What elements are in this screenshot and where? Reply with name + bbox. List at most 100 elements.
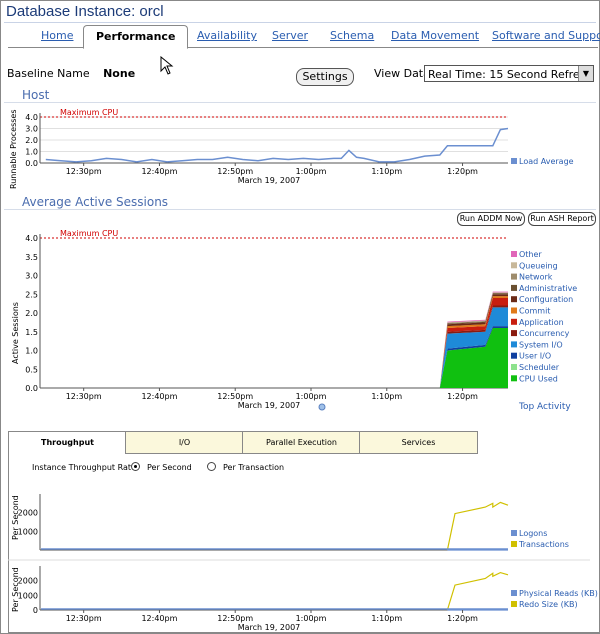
x-tick-label: 1:20pm (447, 614, 478, 623)
sessions-y-tick-label: 1.0 (25, 347, 38, 356)
title-divider (4, 22, 596, 23)
x-tick-label: 12:40pm (141, 614, 177, 623)
settings-button[interactable]: Settings (296, 68, 354, 86)
sessions-y-tick-label: 4.0 (25, 234, 38, 243)
sessions-y-tick-label: 3.0 (25, 272, 38, 281)
legend-swatch-administrative (511, 284, 517, 291)
tab-io[interactable]: I/O (125, 431, 244, 454)
io-chart-y-tick-label: 2000 (18, 577, 38, 586)
io-chart-legend-swatch (511, 601, 517, 607)
baseline-name: Baseline Name None (7, 67, 135, 80)
host-y-tick-label: 3.0 (25, 125, 38, 134)
legend-label-user-io: User I/O (519, 352, 551, 361)
throughput-y-axis-label-2: Per Second (11, 567, 20, 612)
tab-data-movement[interactable]: Data Movement (391, 27, 479, 47)
legend-label-scheduler: Scheduler (519, 363, 560, 372)
legend-swatch-user-io (511, 352, 517, 359)
host-section-title: Host (22, 88, 50, 102)
baseline-label: Baseline Name (7, 67, 90, 80)
x-tick-label: 12:30pm (66, 614, 102, 623)
legend-swatch-configuration (511, 296, 517, 303)
x-tick-label: 1:00pm (296, 392, 327, 401)
sessions-divider (4, 209, 596, 210)
x-tick-label: 1:20pm (447, 392, 478, 401)
x-tick-label: 12:40pm (141, 167, 177, 176)
sessions-y-tick-label: 0.5 (25, 365, 38, 374)
run-addm-now-button[interactable]: Run ADDM Now (457, 212, 525, 226)
view-data-label: View Data (374, 67, 430, 80)
tab-services[interactable]: Services (359, 431, 478, 454)
top-activity-link[interactable]: Top Activity (519, 402, 571, 412)
legend-label-load-average: Load Average (519, 157, 574, 166)
x-axis-date-label: March 19, 2007 (238, 401, 301, 410)
mouse-cursor-icon (160, 56, 174, 75)
per-transaction-radio[interactable] (207, 462, 216, 471)
host-y-tick-label: 2.0 (25, 136, 38, 145)
x-tick-label: 12:50pm (217, 392, 253, 401)
io-chart-line-redo-size-kb- (446, 571, 509, 611)
x-tick-label: 1:10pm (371, 167, 402, 176)
chevron-down-icon: ▼ (578, 66, 593, 81)
throughput-chart-y-tick-label: 1000 (18, 527, 38, 536)
host-y-tick-label: 4.0 (25, 113, 38, 122)
host-divider (4, 102, 596, 103)
run-ash-report-button[interactable]: Run ASH Report (528, 212, 596, 226)
sessions-y-tick-label: 2.5 (25, 290, 38, 299)
sessions-y-axis-label: Active Sessions (11, 302, 20, 364)
sessions-max-cpu-label: Maximum CPU (60, 229, 118, 238)
legend-label-configuration: Configuration (519, 295, 573, 304)
legend-swatch-cpu-used (511, 375, 517, 382)
scroll-marker-icon (318, 403, 326, 411)
x-tick-label: 1:10pm (371, 614, 402, 623)
tab-throughput[interactable]: Throughput (8, 431, 127, 454)
x-tick-label: 12:50pm (217, 614, 253, 623)
legend-label-application: Application (519, 318, 564, 327)
throughput-charts: Per SecondPer Second20001000 LogonsTransa… (8, 494, 598, 632)
legend-swatch-application (511, 318, 517, 325)
per-second-radio[interactable] (131, 462, 140, 471)
legend-label-system-io: System I/O (519, 340, 563, 349)
tab-home[interactable]: Home (41, 27, 73, 47)
host-y-tick-label: 1.0 (25, 148, 38, 157)
throughput-chart-y-tick-label: 2000 (18, 509, 38, 518)
sessions-y-tick-label: 2.0 (25, 309, 38, 318)
host-max-cpu-label: Maximum CPU (60, 108, 118, 117)
x-tick-label: 1:20pm (447, 167, 478, 176)
legend-swatch-other (511, 251, 517, 257)
tab-performance[interactable]: Performance (83, 25, 189, 49)
host-y-tick-label: 0.0 (25, 159, 38, 168)
x-tick-label: 12:40pm (141, 392, 177, 401)
view-data-select[interactable]: Real Time: 15 Second Refresh ▼ (424, 65, 594, 82)
tab-software-and-support[interactable]: Software and Support (492, 27, 600, 47)
tab-parallel-execution[interactable]: Parallel Execution (242, 431, 361, 454)
legend-swatch-commit (511, 307, 517, 314)
x-axis-date-label: March 19, 2007 (238, 176, 301, 185)
legend-swatch-network (511, 273, 517, 280)
throughput-chart-legend-swatch (511, 541, 517, 547)
sessions-y-tick-label: 0.0 (25, 384, 38, 393)
legend-swatch-concurrency (511, 330, 517, 337)
legend-label-network: Network (519, 273, 553, 282)
x-axis-date-label: March 19, 2007 (238, 623, 301, 632)
tab-schema[interactable]: Schema (330, 27, 374, 47)
per-second-label: Per Second (147, 463, 192, 472)
legend-swatch-system-io (511, 341, 517, 348)
host-load-average-line (45, 127, 509, 163)
sessions-chart: Active Sessions 4.0 3.5 3.0 2.5 2.0 1.5 1.0 0.5 0… (11, 229, 577, 411)
tab-availability[interactable]: Availability (197, 27, 257, 47)
throughput-rate-label: Instance Throughput Rate (32, 463, 136, 472)
io-chart-legend-label: Physical Reads (KB) (519, 589, 598, 598)
baseline-value: None (103, 67, 136, 80)
legend-label-administrative: Administrative (519, 284, 577, 293)
io-chart-y-tick-label: 0 (33, 606, 38, 615)
io-chart-legend-label: Redo Size (KB) (519, 600, 578, 609)
main-tabs: Home Performance Availability Server Sch… (8, 25, 600, 49)
legend-label-other: Other (519, 250, 542, 259)
x-tick-label: 12:30pm (66, 392, 102, 401)
tab-server[interactable]: Server (272, 27, 308, 47)
per-transaction-label: Per Transaction (223, 463, 285, 472)
page-title: Database Instance: orcl (6, 3, 164, 20)
legend-label-cpu-used: CPU Used (519, 374, 558, 383)
sessions-section-title: Average Active Sessions (22, 195, 169, 209)
view-data-selected: Real Time: 15 Second Refresh (428, 68, 593, 81)
